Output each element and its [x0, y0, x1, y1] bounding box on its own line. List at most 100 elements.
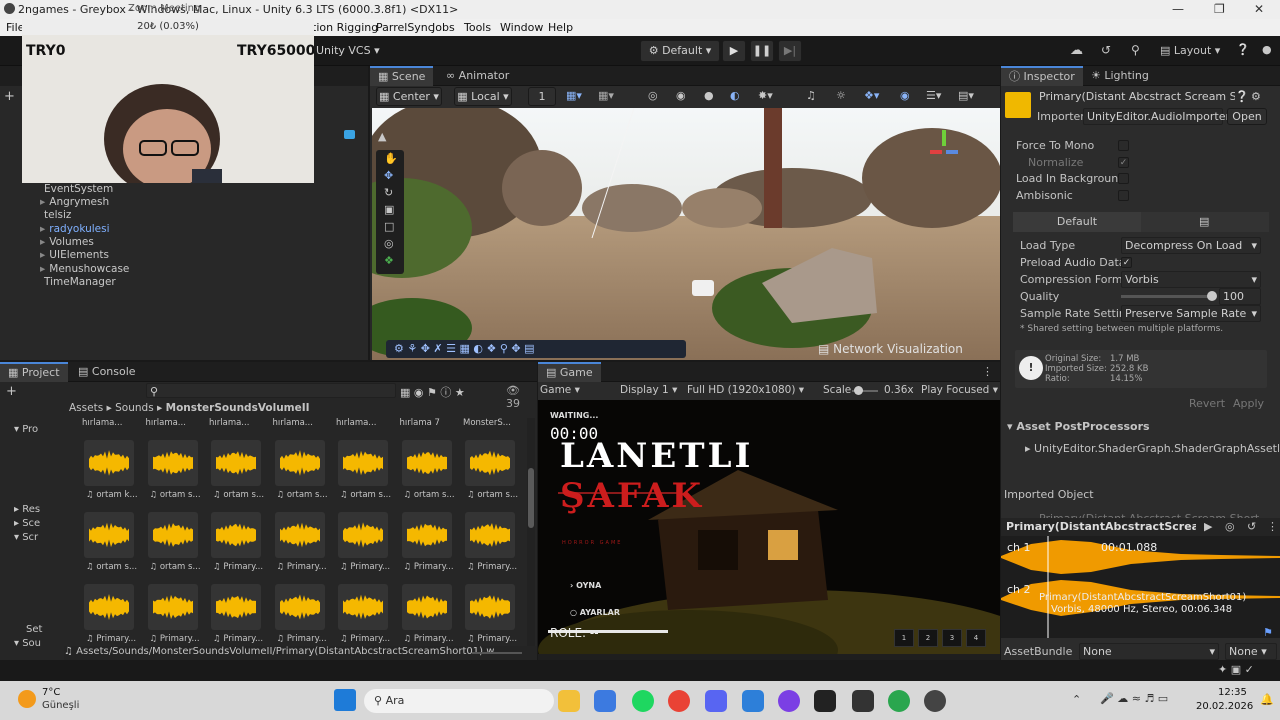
- preview-play-icon[interactable]: ▶: [1204, 520, 1212, 533]
- tab-project[interactable]: ▦ Project: [0, 362, 68, 382]
- game-menu-icon[interactable]: ⋮: [982, 365, 993, 378]
- audio-asset-item[interactable]: ♫ Primary...: [211, 584, 265, 644]
- shading-wire-icon[interactable]: ◉: [676, 89, 686, 102]
- asset-postprocessors-header[interactable]: ▾ Asset PostProcessors: [1007, 420, 1150, 433]
- hotbar-slot[interactable]: 1: [894, 629, 914, 647]
- tree-item[interactable]: ▸ Sce: [14, 518, 40, 529]
- audio-asset-item[interactable]: ♫ Primary...: [338, 512, 392, 572]
- audio-asset-item[interactable]: ♫ ortam s...: [274, 440, 329, 500]
- minimize-button[interactable]: —: [1172, 2, 1184, 16]
- hierarchy-item[interactable]: ▸ Menushowcase: [40, 263, 129, 276]
- scale-slider-handle[interactable]: [854, 386, 863, 395]
- assetbundle-variant-dropdown[interactable]: None ▾: [1225, 643, 1277, 660]
- create-icon[interactable]: +: [6, 384, 17, 399]
- quality-value[interactable]: 100: [1219, 288, 1261, 305]
- load-type-dropdown[interactable]: Decompress On Load ▾: [1121, 237, 1261, 254]
- shading-lit-icon[interactable]: ◐: [730, 89, 740, 102]
- load-in-background-checkbox[interactable]: [1118, 173, 1129, 184]
- filter-icons[interactable]: ▦ ◉ ⚑ ⓘ ★: [400, 384, 465, 400]
- custom-tool-icon[interactable]: ❖: [384, 254, 394, 267]
- layout-dropdown[interactable]: ▤ Layout ▾: [1160, 44, 1220, 57]
- tree-item[interactable]: ▸ Res: [14, 504, 40, 515]
- hand-tool-icon[interactable]: ✋: [384, 152, 398, 165]
- audio-asset-item[interactable]: ♫ Primary...: [465, 512, 519, 572]
- audio-asset-item[interactable]: ♫ Primary...: [465, 584, 519, 644]
- hotbar-slot[interactable]: 3: [942, 629, 962, 647]
- weather-desc[interactable]: Güneşli: [42, 700, 79, 711]
- importer-dropdown[interactable]: UnityEditor.AudioImporter: [1083, 108, 1230, 125]
- file-explorer-icon[interactable]: [558, 690, 580, 712]
- assetbundle-dropdown[interactable]: None ▾: [1079, 643, 1219, 660]
- pivot-dropdown[interactable]: ▦ Center ▾: [376, 87, 442, 106]
- preset-icon[interactable]: ⚙: [1251, 90, 1261, 103]
- search-icon[interactable]: ⚲: [1131, 43, 1140, 57]
- hierarchy-item[interactable]: ▸ Angrymesh: [40, 196, 109, 209]
- hierarchy-item[interactable]: ▸ UIElements: [40, 249, 109, 262]
- project-search-input[interactable]: ⚲: [146, 383, 396, 398]
- compression-dropdown[interactable]: Vorbis ▾: [1121, 271, 1261, 288]
- layout-icon[interactable]: ▤▾: [958, 89, 974, 102]
- audio-asset-item[interactable]: ♫ Primary...: [274, 584, 329, 644]
- breadcrumb-assets[interactable]: Assets: [69, 402, 103, 414]
- close-button[interactable]: ✕: [1254, 2, 1264, 16]
- obs-icon[interactable]: [924, 690, 946, 712]
- tab-animator[interactable]: ∞ Animator: [438, 66, 517, 86]
- hierarchy-item[interactable]: ▸ Volumes: [40, 236, 94, 249]
- add-icon[interactable]: +: [4, 89, 15, 104]
- menu-play-button[interactable]: › OYNA: [570, 581, 601, 590]
- unity-hub-icon[interactable]: [814, 690, 836, 712]
- history-icon[interactable]: ↺: [1101, 43, 1111, 57]
- weather-icon[interactable]: [18, 690, 36, 708]
- audio-asset-item[interactable]: ♫ Primary...: [401, 512, 456, 572]
- audio-asset-item[interactable]: ♫ ortam s...: [401, 440, 456, 500]
- ambisonic-checkbox[interactable]: [1118, 190, 1129, 201]
- scene-viewport[interactable]: [372, 108, 1000, 360]
- vcs-dropdown[interactable]: Unity VCS ▾: [316, 44, 380, 57]
- tray-icons[interactable]: 🎤 ☁ ≈ ♬ ▭: [1100, 692, 1168, 705]
- help-icon[interactable]: ❔: [1236, 43, 1250, 56]
- tab-scene[interactable]: ▦ Scene: [370, 66, 434, 86]
- gizmos-dropdown[interactable]: ❖▾: [864, 89, 879, 102]
- audio-asset-item[interactable]: ♫ ortam s...: [465, 440, 519, 500]
- preview-loop-icon[interactable]: ↺: [1247, 520, 1256, 533]
- rotate-tool-icon[interactable]: ↻: [384, 186, 393, 199]
- audio-asset-item[interactable]: ♫ Primary...: [147, 584, 202, 644]
- audio-asset-item[interactable]: ♫ Primary...: [274, 512, 329, 572]
- tree-item[interactable]: Set: [26, 624, 42, 635]
- clock-date[interactable]: 20.02.2026: [1196, 701, 1253, 712]
- status-icons[interactable]: ✦ ▣ ✓: [1218, 663, 1254, 676]
- shading-solid-icon[interactable]: ●: [704, 89, 714, 102]
- discord-icon[interactable]: [705, 690, 727, 712]
- notification-icon[interactable]: 🔔: [1260, 693, 1274, 706]
- cloud-icon[interactable]: ☁: [1070, 43, 1083, 58]
- asset-label[interactable]: hırlama...: [82, 418, 138, 428]
- rect-tool-icon[interactable]: □: [384, 220, 394, 233]
- grid-snap-value[interactable]: 1: [528, 87, 556, 106]
- audio-asset-item[interactable]: ♫ Primary...: [211, 512, 265, 572]
- snap-icon[interactable]: ▦▾: [566, 89, 582, 102]
- chrome-icon[interactable]: [668, 690, 690, 712]
- asset-label[interactable]: hırlama...: [336, 418, 392, 428]
- audio-asset-item[interactable]: ♫ ortam s...: [147, 440, 202, 500]
- tab-game[interactable]: ▤ Game: [538, 362, 601, 382]
- move-tool-icon[interactable]: ✥: [384, 169, 393, 182]
- thumbnail-size-slider[interactable]: [472, 652, 522, 654]
- menu-tools[interactable]: Tools: [464, 21, 491, 34]
- scene-gizmo[interactable]: [930, 130, 960, 170]
- monitor-icon[interactable]: ▤: [1199, 215, 1209, 228]
- audio-asset-item[interactable]: ♫ ortam s...: [84, 512, 138, 572]
- tab-platform-default[interactable]: Default: [1013, 212, 1141, 232]
- audio-asset-item[interactable]: ♫ ortam k...: [84, 440, 138, 500]
- hierarchy-item[interactable]: EventSystem: [40, 183, 113, 196]
- audio-asset-item[interactable]: ♫ Primary...: [338, 584, 392, 644]
- audio-asset-item[interactable]: ♫ ortam s...: [338, 440, 392, 500]
- hierarchy-item-selected[interactable]: ▸ radyokulesi: [40, 223, 110, 236]
- whatsapp-icon[interactable]: [888, 690, 910, 712]
- help-icon[interactable]: ❔: [1235, 90, 1249, 103]
- spotify-icon[interactable]: [632, 690, 654, 712]
- grid-icon[interactable]: ▦▾: [598, 89, 614, 102]
- sample-rate-dropdown[interactable]: Preserve Sample Rate ▾: [1121, 305, 1261, 322]
- gizmo-icon[interactable]: ◎: [648, 89, 658, 102]
- account-icon[interactable]: ●: [1262, 43, 1272, 56]
- breadcrumb-current[interactable]: MonsterSoundsVolumeII: [166, 402, 310, 414]
